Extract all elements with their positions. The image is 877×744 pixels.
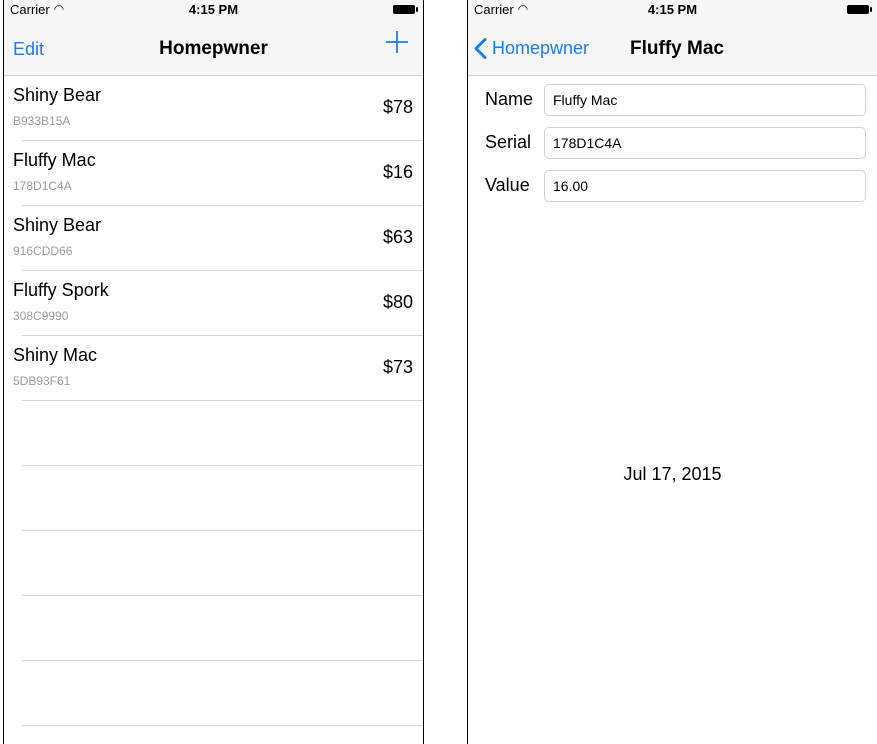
- value-row: Value: [468, 170, 877, 213]
- empty-row-separator: [22, 466, 423, 531]
- table-row[interactable]: Shiny Mac 5DB93F61 $73: [13, 336, 423, 401]
- battery-icon: [847, 5, 872, 14]
- item-name: Shiny Mac: [13, 345, 98, 365]
- empty-row-separator: [22, 661, 423, 726]
- back-button[interactable]: Homepwner: [474, 20, 589, 76]
- item-value: $16: [382, 162, 413, 182]
- date-created-label: Jul 17, 2015: [623, 464, 722, 484]
- item-name: Shiny Bear: [13, 85, 102, 105]
- add-item-button[interactable]: [385, 30, 409, 54]
- item-serial: 916CDD66: [13, 244, 73, 258]
- item-name: Fluffy Spork: [13, 280, 109, 300]
- item-value: $80: [382, 292, 413, 312]
- table-row[interactable]: Fluffy Spork 308C9990 $80: [13, 271, 423, 336]
- battery-icon: [393, 5, 418, 14]
- status-time: 4:15 PM: [188, 2, 239, 17]
- empty-row-separator: [22, 531, 423, 596]
- name-field[interactable]: [544, 84, 866, 116]
- item-detail-form: Name Serial Value: [468, 84, 877, 213]
- empty-row-separator: [22, 401, 423, 466]
- status-bar: Carrier ◠ 4:15 PM: [4, 0, 423, 20]
- item-list-screen: Carrier ◠ 4:15 PM Edit Homepwner Shiny Be…: [3, 0, 424, 744]
- page-title: Fluffy Mac: [630, 38, 724, 59]
- item-serial: 308C9990: [13, 309, 69, 323]
- serial-label: Serial: [485, 132, 532, 152]
- value-field[interactable]: [544, 170, 866, 202]
- empty-row-separator: [22, 596, 423, 661]
- name-row: Name: [468, 84, 877, 127]
- item-serial: 5DB93F61: [13, 374, 71, 388]
- back-button-label: Homepwner: [492, 37, 590, 58]
- status-time: 4:15 PM: [647, 2, 698, 17]
- item-value: $63: [382, 227, 413, 247]
- name-label: Name: [485, 89, 534, 109]
- status-bar: Carrier ◠ 4:15 PM: [468, 0, 877, 20]
- item-value: $73: [382, 357, 413, 377]
- chevron-left-icon: [474, 37, 487, 59]
- page-title: Homepwner: [159, 38, 268, 59]
- plus-icon: [386, 31, 408, 53]
- item-value: $78: [382, 97, 413, 117]
- navigation-bar: Edit Homepwner: [4, 20, 423, 76]
- navigation-bar: Homepwner Fluffy Mac: [468, 20, 877, 76]
- serial-row: Serial: [468, 127, 877, 170]
- item-name: Fluffy Mac: [13, 150, 96, 170]
- table-row[interactable]: Shiny Bear B933B15A $78: [13, 76, 423, 141]
- item-serial: B933B15A: [13, 114, 71, 128]
- item-detail-screen: Carrier ◠ 4:15 PM Homepwner Fluffy Mac Na…: [467, 0, 877, 744]
- table-row[interactable]: Fluffy Mac 178D1C4A $16: [13, 141, 423, 206]
- items-table: Shiny Bear B933B15A $78 Fluffy Mac 178D1…: [4, 76, 423, 744]
- table-row[interactable]: Shiny Bear 916CDD66 $63: [13, 206, 423, 271]
- value-label: Value: [485, 175, 530, 195]
- item-name: Shiny Bear: [13, 215, 102, 235]
- item-serial: 178D1C4A: [13, 179, 72, 193]
- serial-field[interactable]: [544, 127, 866, 159]
